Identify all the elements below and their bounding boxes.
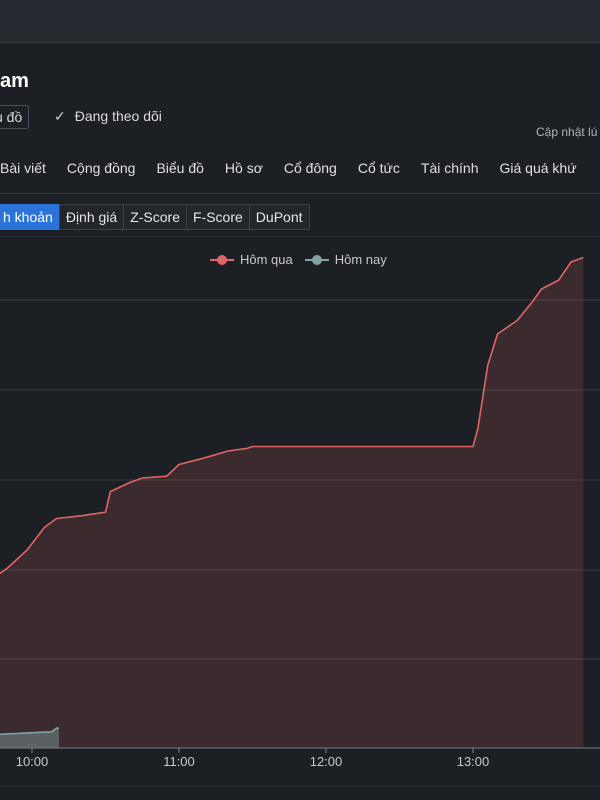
liquidity-chart: 10:00 11:00 12:00 13:00 [0,256,600,787]
x-tick-label: 11:00 [163,754,195,769]
series-area-yesterday [0,257,584,748]
x-tick-label: 10:00 [16,754,49,769]
x-tick-label: 13:00 [457,754,490,769]
x-tick-label: 12:00 [310,754,343,769]
